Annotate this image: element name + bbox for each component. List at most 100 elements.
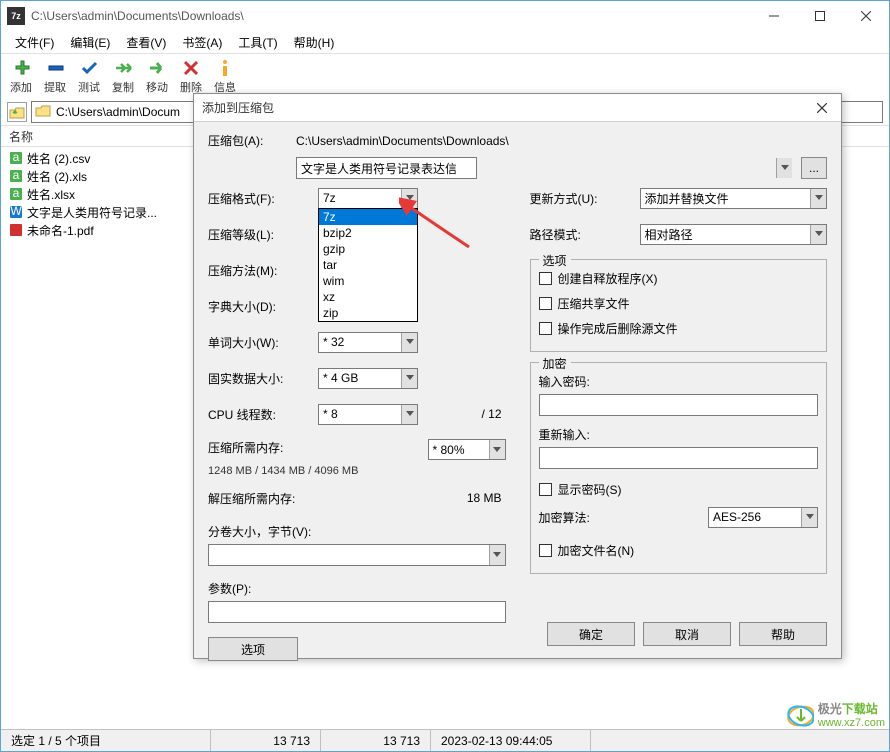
format-option-gzip[interactable]: gzip: [319, 241, 417, 257]
format-option-xz[interactable]: xz: [319, 289, 417, 305]
column-name: 名称: [9, 128, 33, 145]
mem-info: 1248 MB / 1434 MB / 4096 MB: [208, 465, 506, 477]
format-option-bzip2[interactable]: bzip2: [319, 225, 417, 241]
algo-select[interactable]: AES-256: [708, 507, 818, 528]
status-selection: 选定 1 / 5 个项目: [1, 730, 211, 751]
split-label: 分卷大小，字节(V):: [208, 523, 506, 540]
status-size1: 13 713: [211, 730, 321, 751]
encnames-label: 加密文件名(N): [558, 542, 635, 559]
menubar: 文件(F) 编辑(E) 查看(V) 书签(A) 工具(T) 帮助(H): [1, 31, 889, 53]
file-name: 文字是人类用符号记录...: [27, 204, 157, 221]
word-select[interactable]: * 32: [318, 332, 418, 353]
pwd2-label: 重新输入:: [539, 426, 819, 443]
toolbar-add[interactable]: 添加: [5, 56, 37, 97]
format-label: 压缩格式(F):: [208, 190, 318, 207]
pdf-icon: [9, 223, 23, 237]
password-input[interactable]: [539, 394, 819, 416]
app-icon: 7z: [7, 7, 25, 25]
encrypt-legend: 加密: [539, 355, 571, 372]
format-dropdown: 7z bzip2 gzip tar wim xz zip: [318, 208, 418, 322]
up-folder-button[interactable]: [7, 102, 27, 122]
chevron-down-icon: [401, 369, 417, 388]
format-option-zip[interactable]: zip: [319, 305, 417, 321]
toolbar-delete[interactable]: 删除: [175, 56, 207, 97]
format-select[interactable]: 7z: [318, 188, 418, 209]
level-label: 压缩等级(L):: [208, 226, 318, 243]
menu-tools[interactable]: 工具(T): [230, 32, 285, 53]
file-name: 姓名.xlsx: [27, 186, 75, 203]
decomp-label: 解压缩所需内存:: [208, 490, 348, 507]
cancel-button[interactable]: 取消: [643, 622, 731, 646]
params-label: 参数(P):: [208, 580, 506, 597]
minimize-button[interactable]: [751, 1, 797, 31]
menu-help[interactable]: 帮助(H): [286, 32, 343, 53]
chevron-down-icon: [401, 333, 417, 352]
menu-edit[interactable]: 编辑(E): [62, 32, 118, 53]
encnames-checkbox[interactable]: [539, 544, 552, 557]
cpu-label: CPU 线程数:: [208, 406, 318, 423]
format-option-tar[interactable]: tar: [319, 257, 417, 273]
chevron-down-icon: [489, 440, 505, 459]
archive-name-input[interactable]: [296, 157, 477, 179]
toolbar-info[interactable]: 信息: [209, 56, 241, 97]
status-size2: 13 713: [321, 730, 431, 751]
copy-arrow-icon: [112, 58, 134, 78]
dialog-close-button[interactable]: [809, 96, 835, 120]
options-button[interactable]: 选项: [208, 637, 298, 661]
mem-percent-select[interactable]: * 80%: [428, 439, 506, 460]
chevron-down-icon: [810, 225, 826, 244]
toolbar-copy[interactable]: 复制: [107, 56, 139, 97]
showpwd-checkbox[interactable]: [539, 483, 552, 496]
browse-button[interactable]: ...: [801, 157, 827, 179]
toolbar-test[interactable]: 测试: [73, 56, 105, 97]
window-title: C:\Users\admin\Documents\Downloads\: [31, 9, 751, 23]
options-fieldset: 选项 创建自释放程序(X) 压缩共享文件 操作完成后删除源文件: [530, 259, 828, 352]
check-icon: [78, 58, 100, 78]
xls-icon: a: [9, 187, 23, 201]
archive-dropdown-arrow[interactable]: [776, 158, 792, 178]
solid-label: 固实数据大小:: [208, 370, 318, 387]
solid-select[interactable]: * 4 GB: [318, 368, 418, 389]
pwd-label: 输入密码:: [539, 373, 819, 390]
split-input[interactable]: [208, 544, 506, 566]
dict-label: 字典大小(D):: [208, 298, 318, 315]
method-label: 压缩方法(M):: [208, 262, 318, 279]
svg-text:W: W: [10, 205, 22, 218]
options-legend: 选项: [539, 252, 571, 269]
menu-bookmarks[interactable]: 书签(A): [174, 32, 230, 53]
archive-label: 压缩包(A):: [208, 132, 296, 149]
format-option-wim[interactable]: wim: [319, 273, 417, 289]
main-window: 7z C:\Users\admin\Documents\Downloads\ 文…: [0, 0, 890, 752]
dialog-titlebar[interactable]: 添加到压缩包: [194, 94, 841, 122]
help-button[interactable]: 帮助: [739, 622, 827, 646]
update-label: 更新方式(U):: [530, 190, 640, 207]
chevron-down-icon: [801, 508, 817, 527]
maximize-button[interactable]: [797, 1, 843, 31]
svg-text:a: a: [13, 151, 20, 164]
chevron-down-icon: [401, 405, 417, 424]
watermark-logo-icon: [786, 701, 814, 729]
close-button[interactable]: [843, 1, 889, 31]
shared-label: 压缩共享文件: [558, 295, 630, 312]
info-icon: [214, 58, 236, 78]
sfx-checkbox[interactable]: [539, 272, 552, 285]
params-input[interactable]: [208, 601, 506, 623]
svg-text:a: a: [13, 169, 20, 182]
shared-checkbox[interactable]: [539, 297, 552, 310]
chevron-down-icon: [401, 189, 417, 208]
menu-file[interactable]: 文件(F): [7, 32, 62, 53]
doc-icon: W: [9, 205, 23, 219]
pathmode-select[interactable]: 相对路径: [640, 224, 828, 245]
password-confirm-input[interactable]: [539, 447, 819, 469]
cpu-total: / 12: [418, 407, 506, 421]
update-select[interactable]: 添加并替换文件: [640, 188, 828, 209]
toolbar-extract[interactable]: 提取: [39, 56, 71, 97]
format-option-7z[interactable]: 7z: [319, 209, 417, 225]
watermark-url: www.xz7.com: [818, 717, 885, 729]
menu-view[interactable]: 查看(V): [118, 32, 174, 53]
delete-after-checkbox[interactable]: [539, 322, 552, 335]
cpu-select[interactable]: * 8: [318, 404, 418, 425]
toolbar-move[interactable]: 移动: [141, 56, 173, 97]
pathmode-label: 路径模式:: [530, 226, 640, 243]
ok-button[interactable]: 确定: [547, 622, 635, 646]
